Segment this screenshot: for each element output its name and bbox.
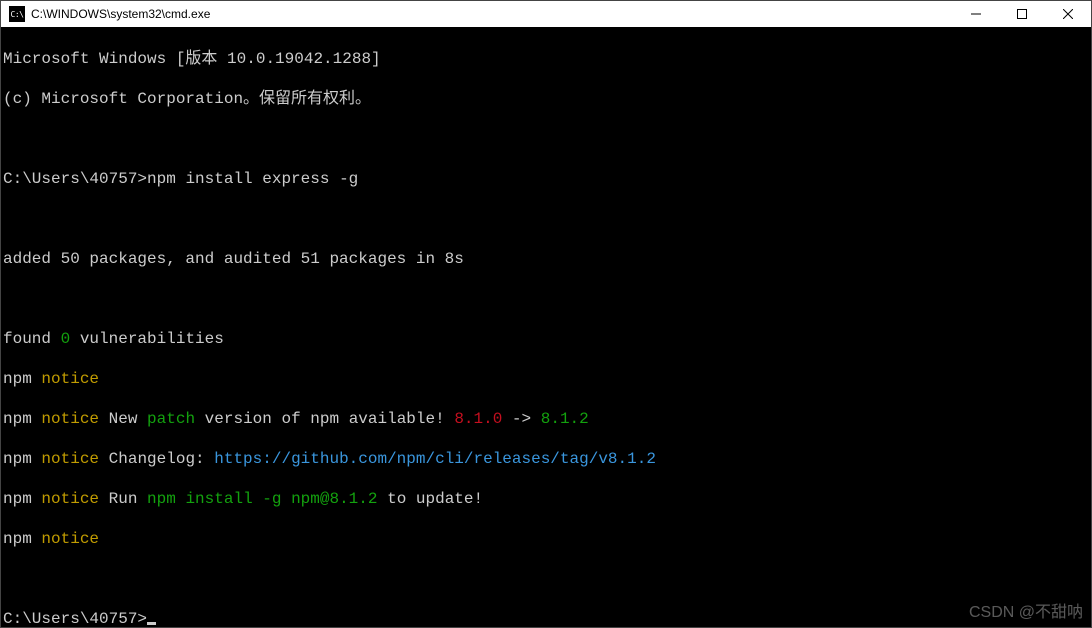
found-suffix: vulnerabilities xyxy=(70,330,224,348)
notice-label: notice xyxy=(32,530,99,548)
command-1: npm install express -g xyxy=(147,170,358,188)
changelog-url: https://github.com/npm/cli/releases/tag/… xyxy=(214,450,656,468)
prompt-2: C:\Users\40757> xyxy=(3,610,147,627)
patch-word: patch xyxy=(147,410,195,428)
update-command: npm install -g npm@8.1.2 xyxy=(147,490,377,508)
maximize-button[interactable] xyxy=(999,1,1045,27)
cmd-window: C:\ C:\WINDOWS\system32\cmd.exe Microsof… xyxy=(0,0,1092,628)
npm-label: npm xyxy=(3,450,32,468)
banner-line-2: (c) Microsoft Corporation。保留所有权利。 xyxy=(3,90,371,108)
changelog-prefix: Changelog: xyxy=(99,450,214,468)
notice-label: notice xyxy=(32,410,99,428)
notice-label: notice xyxy=(32,490,99,508)
close-button[interactable] xyxy=(1045,1,1091,27)
npm-label: npm xyxy=(3,370,32,388)
window-controls xyxy=(953,1,1091,27)
prompt-1: C:\Users\40757> xyxy=(3,170,147,188)
npm-label: npm xyxy=(3,530,32,548)
run-prefix: Run xyxy=(99,490,147,508)
terminal-output[interactable]: Microsoft Windows [版本 10.0.19042.1288] (… xyxy=(1,27,1091,627)
notice-text: New xyxy=(99,410,147,428)
arrow: -> xyxy=(502,410,540,428)
window-title: C:\WINDOWS\system32\cmd.exe xyxy=(31,7,210,21)
npm-label: npm xyxy=(3,490,32,508)
cmd-icon: C:\ xyxy=(9,6,25,22)
notice-text: version of npm available! xyxy=(195,410,454,428)
version-new: 8.1.2 xyxy=(541,410,589,428)
minimize-button[interactable] xyxy=(953,1,999,27)
found-prefix: found xyxy=(3,330,61,348)
cursor xyxy=(147,622,156,625)
added-packages-line: added 50 packages, and audited 51 packag… xyxy=(3,250,464,268)
banner-line-1: Microsoft Windows [版本 10.0.19042.1288] xyxy=(3,50,381,68)
titlebar[interactable]: C:\ C:\WINDOWS\system32\cmd.exe xyxy=(1,1,1091,27)
notice-label: notice xyxy=(32,370,99,388)
version-old: 8.1.0 xyxy=(454,410,502,428)
notice-label: notice xyxy=(32,450,99,468)
vuln-count: 0 xyxy=(61,330,71,348)
run-suffix: to update! xyxy=(377,490,483,508)
npm-label: npm xyxy=(3,410,32,428)
